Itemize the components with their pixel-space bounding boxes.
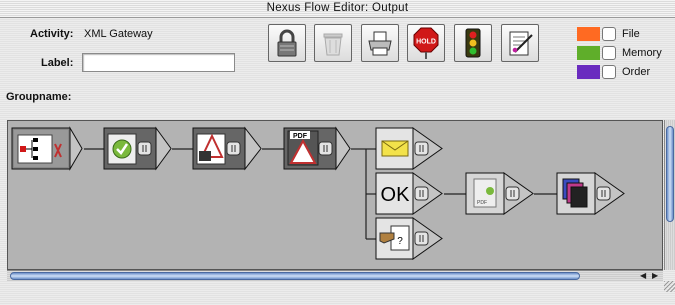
printer-icon: [368, 31, 392, 56]
horizontal-scrollbar[interactable]: ◀ ▶: [7, 270, 663, 281]
document-stack-icon: [562, 178, 588, 208]
pdf-text: PDF: [293, 133, 308, 140]
file-checkbox[interactable]: [602, 27, 616, 41]
file-swatch: [577, 27, 600, 41]
xml-gateway-node[interactable]: [11, 126, 83, 171]
document-convert-node[interactable]: [192, 126, 262, 171]
vertical-scrollbar[interactable]: [664, 120, 675, 270]
envelope-icon: [381, 140, 409, 157]
ok-icon: OK: [381, 184, 411, 206]
pdf-check-text: PDF: [477, 200, 487, 206]
resize-grip-icon[interactable]: [664, 281, 675, 292]
traffic-light-icon: [465, 28, 481, 58]
flow-canvas[interactable]: PDF OK ? PDF: [7, 120, 663, 270]
edit-document-icon: [509, 31, 533, 56]
pdf-check-node[interactable]: PDF: [465, 172, 534, 215]
stop-sign-icon: HOLD: [413, 27, 439, 59]
legend-item-memory: Memory: [577, 46, 662, 60]
check-circle-icon: [107, 133, 137, 165]
activity-value: XML Gateway: [84, 28, 153, 40]
legend-item-order: Order: [577, 65, 650, 79]
activity-label: Activity:: [30, 28, 74, 40]
window-title: Nexus Flow Editor: Output: [266, 2, 409, 14]
memory-swatch: [577, 46, 600, 60]
label-input[interactable]: [82, 53, 235, 72]
order-swatch: [577, 65, 600, 79]
hold-button[interactable]: HOLD: [407, 24, 445, 62]
horizontal-scroll-thumb[interactable]: [10, 272, 580, 280]
groupname-label: Groupname:: [6, 91, 72, 103]
checkmark-node[interactable]: [103, 126, 172, 171]
ok-node[interactable]: OK: [375, 172, 443, 215]
legend-item-file: File: [577, 27, 640, 41]
order-checkbox[interactable]: [602, 65, 616, 79]
stack-node[interactable]: [556, 172, 625, 215]
document-convert-icon: [196, 133, 226, 165]
scroll-left-arrow-icon[interactable]: ◀: [640, 271, 646, 280]
help-node[interactable]: ?: [375, 217, 443, 260]
pdf-check-icon: PDF: [473, 178, 497, 208]
title-bar: Nexus Flow Editor: Output: [0, 0, 675, 18]
file-label: File: [622, 28, 640, 40]
order-label: Order: [622, 66, 651, 78]
edit-button[interactable]: [501, 24, 539, 62]
label-label: Label:: [41, 57, 74, 69]
traffic-light-button[interactable]: [454, 24, 492, 62]
help-text: ?: [397, 236, 403, 247]
lock-button[interactable]: [268, 24, 306, 62]
email-node[interactable]: [375, 127, 443, 170]
flow-diagram: PDF OK ? PDF: [11, 126, 625, 260]
vertical-scroll-thumb[interactable]: [666, 126, 674, 222]
trash-icon: [323, 33, 343, 56]
memory-label: Memory: [622, 47, 662, 59]
scroll-right-arrow-icon[interactable]: ▶: [652, 271, 658, 280]
pdf-node[interactable]: PDF: [283, 126, 351, 171]
trash-button[interactable]: [314, 24, 352, 62]
hold-text: HOLD: [416, 39, 436, 46]
lock-icon: [277, 29, 297, 57]
pdf-document-icon: PDF: [287, 130, 319, 166]
memory-checkbox[interactable]: [602, 46, 616, 60]
print-button[interactable]: [361, 24, 399, 62]
